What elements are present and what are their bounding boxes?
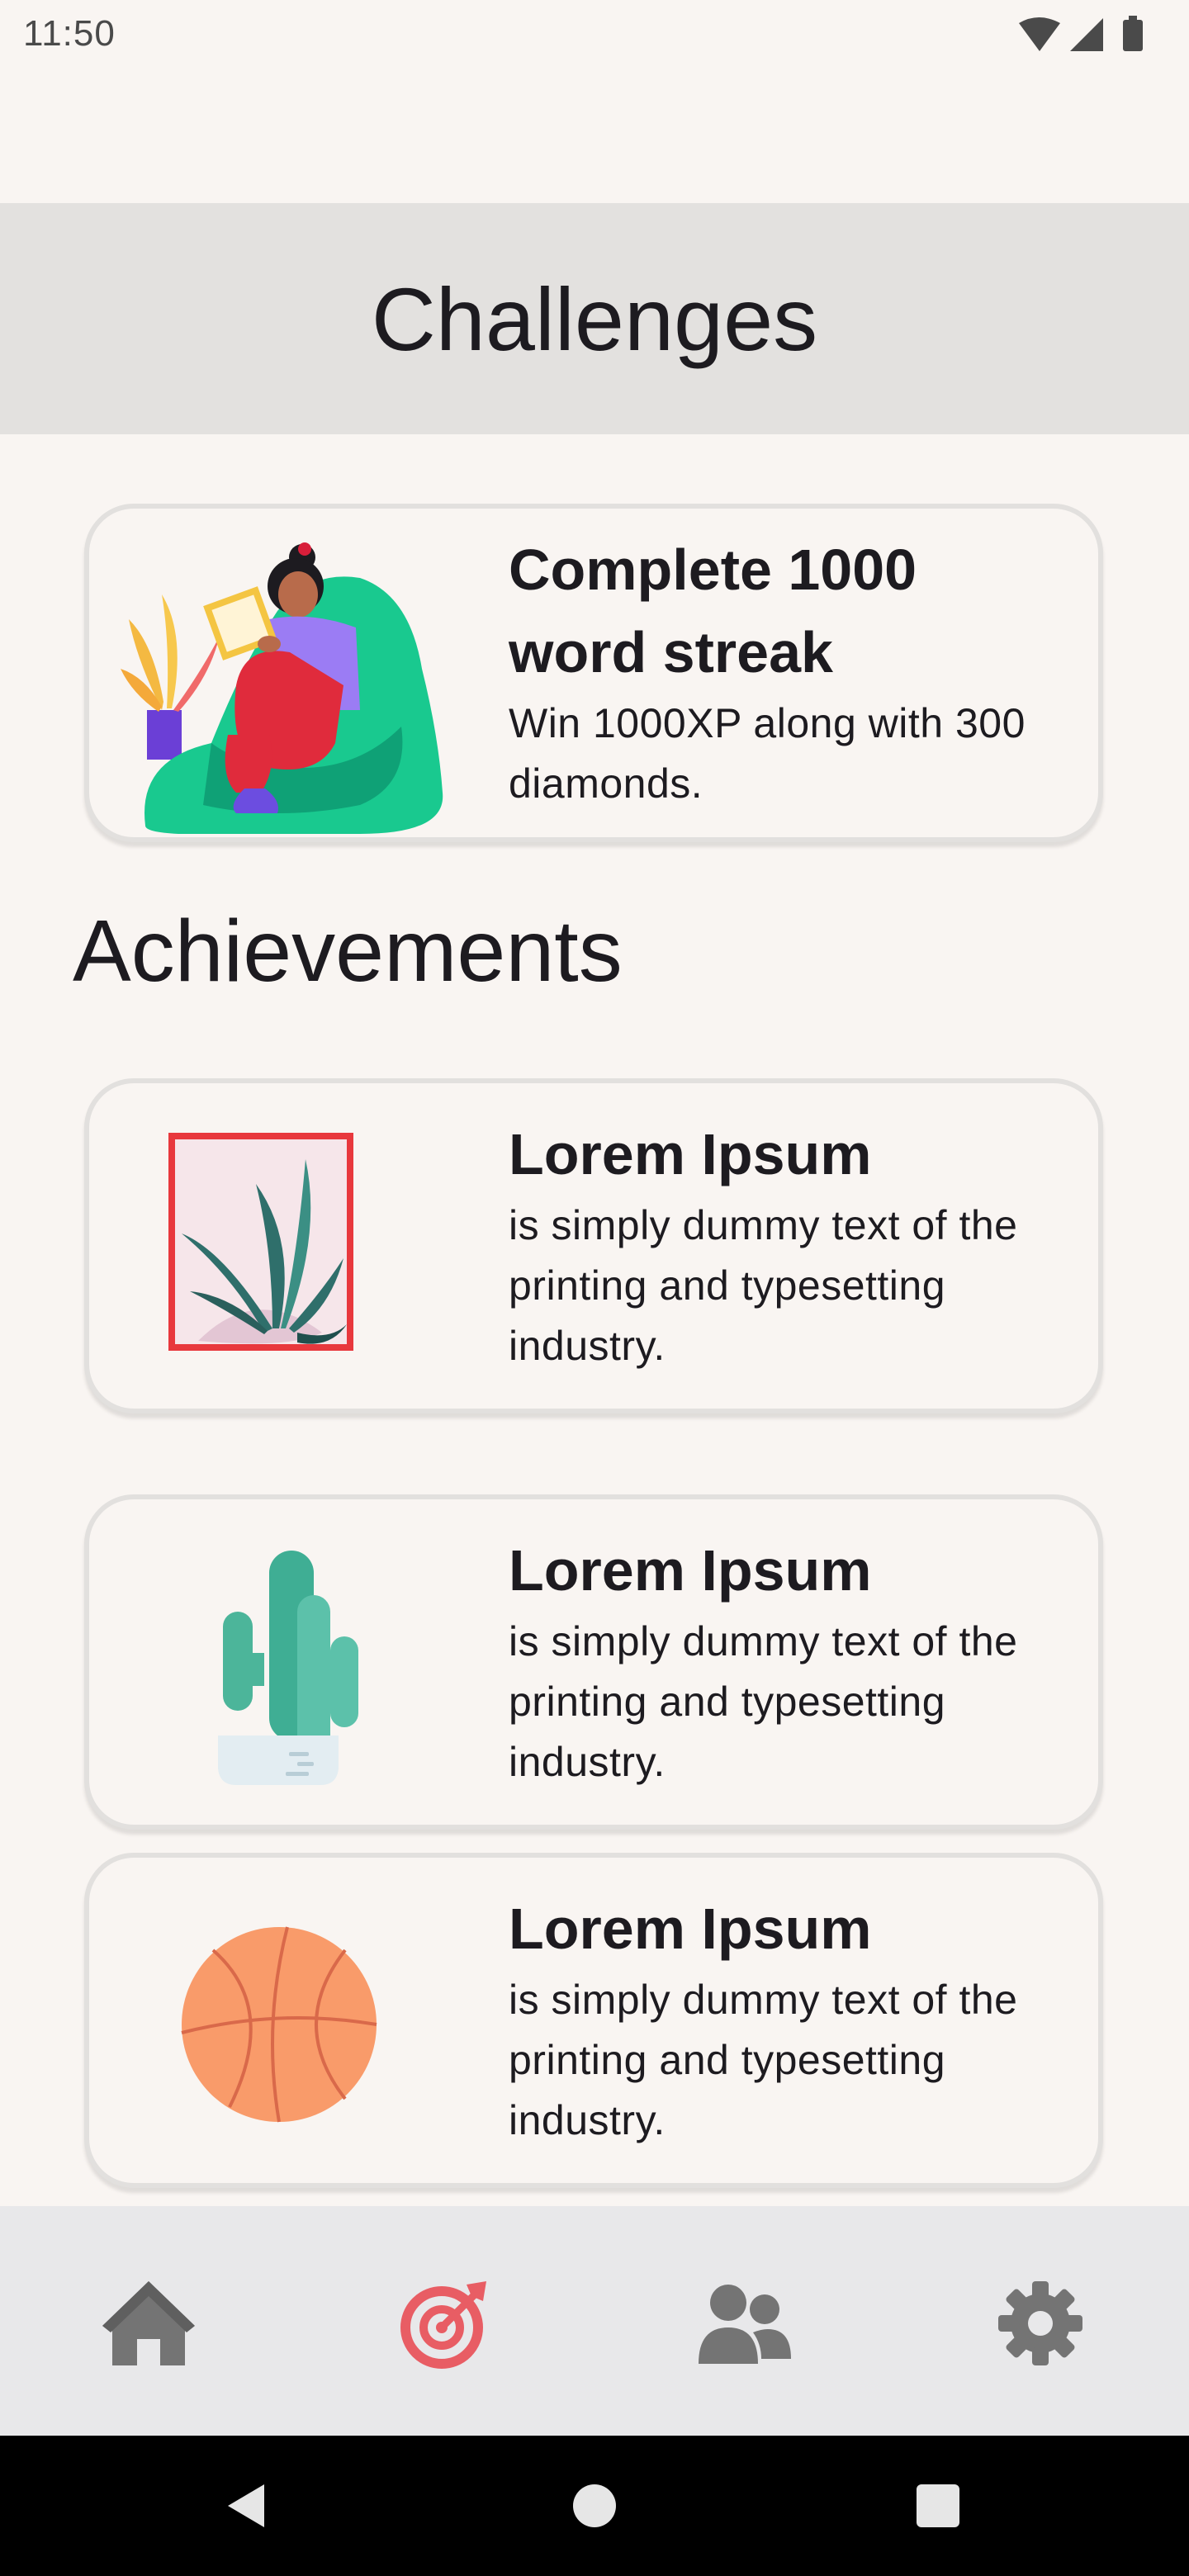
recents-icon bbox=[917, 2484, 959, 2527]
challenge-card[interactable]: Complete 1000 word streak Win 1000XP alo… bbox=[84, 504, 1103, 842]
cellular-signal-icon bbox=[1070, 18, 1103, 51]
nav-item-settings[interactable] bbox=[991, 2274, 1090, 2373]
back-icon bbox=[228, 2484, 264, 2527]
challenge-description: Win 1000XP along with 300 diamonds. bbox=[509, 700, 1026, 807]
status-bar: 11:50 bbox=[0, 0, 1189, 71]
achievement-title: Lorem Ipsum bbox=[509, 1122, 872, 1186]
basketball-illustration bbox=[180, 1925, 378, 2124]
home-icon bbox=[102, 2281, 195, 2365]
gear-icon bbox=[998, 2281, 1082, 2365]
achievement-card[interactable]: Lorem Ipsum is simply dummy text of the … bbox=[84, 1078, 1103, 1413]
achievement-card[interactable]: Lorem Ipsum is simply dummy text of the … bbox=[84, 1494, 1103, 1830]
achievement-description: is simply dummy text of the printing and… bbox=[509, 1202, 1018, 1369]
achievements-title: Achievements bbox=[73, 902, 623, 1000]
home-nav-button[interactable] bbox=[545, 2436, 644, 2576]
achievement-description: is simply dummy text of the printing and… bbox=[509, 1977, 1018, 2143]
page-title: Challenges bbox=[371, 268, 818, 369]
achievement-title: Lorem Ipsum bbox=[509, 1896, 872, 1961]
system-navigation-bar bbox=[0, 2436, 1189, 2576]
wifi-icon bbox=[1019, 17, 1060, 51]
users-icon bbox=[699, 2285, 791, 2364]
achievement-card[interactable]: Lorem Ipsum is simply dummy text of the … bbox=[84, 1853, 1103, 2188]
home-circle-icon bbox=[573, 2484, 616, 2527]
framed-plant-illustration bbox=[165, 1126, 363, 1366]
recents-button[interactable] bbox=[888, 2436, 988, 2576]
achievement-description: is simply dummy text of the printing and… bbox=[509, 1618, 1018, 1785]
nav-item-friends[interactable] bbox=[695, 2274, 794, 2373]
status-icons bbox=[1017, 15, 1156, 54]
back-button[interactable] bbox=[198, 2436, 297, 2576]
battery-icon bbox=[1123, 16, 1143, 51]
target-icon bbox=[400, 2281, 486, 2369]
nav-item-home[interactable] bbox=[99, 2274, 198, 2373]
bottom-navigation bbox=[0, 2206, 1189, 2436]
girl-reading-beanbag-illustration bbox=[112, 520, 459, 834]
status-time: 11:50 bbox=[23, 13, 116, 54]
nav-item-challenges[interactable] bbox=[396, 2274, 495, 2373]
cactus-illustration bbox=[198, 1546, 380, 1793]
challenge-title: Complete 1000 word streak bbox=[509, 537, 917, 684]
app-bar: Challenges bbox=[0, 203, 1189, 434]
achievement-title: Lorem Ipsum bbox=[509, 1538, 872, 1603]
